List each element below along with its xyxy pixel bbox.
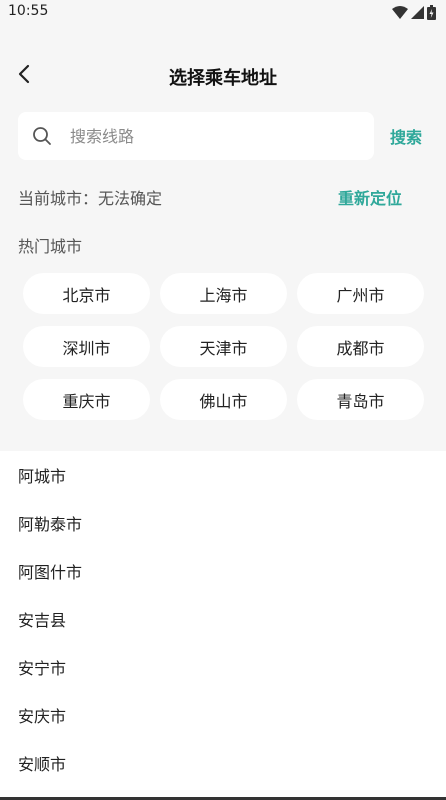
status-bar: 10:55	[0, 0, 446, 24]
wifi-icon	[392, 5, 408, 19]
hot-city-chip[interactable]: 天津市	[160, 326, 287, 367]
hot-city-chip[interactable]: 北京市	[23, 273, 150, 314]
page-title: 选择乘车地址	[169, 68, 277, 89]
search-box[interactable]	[18, 112, 374, 160]
hot-city-chip[interactable]: 上海市	[160, 273, 287, 314]
header: 选择乘车地址	[0, 56, 446, 96]
battery-icon	[427, 4, 436, 20]
city-list-item[interactable]: 阿勒泰市	[0, 499, 446, 547]
city-list-item[interactable]: 安吉县	[0, 595, 446, 643]
hot-cities-title: 热门城市	[18, 237, 83, 256]
city-list-item[interactable]: 阿图什市	[0, 547, 446, 595]
search-button[interactable]: 搜索	[390, 124, 422, 148]
city-list-item[interactable]: 阿城市	[0, 451, 446, 499]
screen: 10:55 选择乘车地址 搜索线路 搜索 当前城市：无法确定 重新定位 热门城市…	[0, 0, 446, 800]
hot-city-chip[interactable]: 成都市	[297, 326, 424, 367]
hot-city-chip[interactable]: 重庆市	[23, 379, 150, 420]
current-city-label: 当前城市：无法确定	[18, 189, 163, 208]
city-list-item[interactable]: 安庆市	[0, 691, 446, 739]
hot-city-chip[interactable]: 深圳市	[23, 326, 150, 367]
status-time: 10:55	[8, 3, 49, 19]
hot-cities-grid: 北京市 上海市 广州市 深圳市 天津市 成都市 重庆市 佛山市 青岛市	[23, 273, 425, 420]
signal-icon	[411, 5, 424, 19]
hot-city-chip[interactable]: 广州市	[297, 273, 424, 314]
city-list-item[interactable]: 安宁市	[0, 643, 446, 691]
hot-city-chip[interactable]: 青岛市	[297, 379, 424, 420]
city-list: 阿城市 阿勒泰市 阿图什市 安吉县 安宁市 安庆市 安顺市	[0, 451, 446, 787]
search-icon	[32, 126, 52, 146]
search-input[interactable]	[70, 126, 340, 146]
hot-city-chip[interactable]: 佛山市	[160, 379, 287, 420]
status-icons	[392, 4, 436, 20]
city-list-item[interactable]: 安顺市	[0, 739, 446, 787]
relocate-button[interactable]: 重新定位	[338, 185, 402, 209]
top-panel: 10:55 选择乘车地址 搜索线路 搜索 当前城市：无法确定 重新定位 热门城市…	[0, 0, 446, 451]
